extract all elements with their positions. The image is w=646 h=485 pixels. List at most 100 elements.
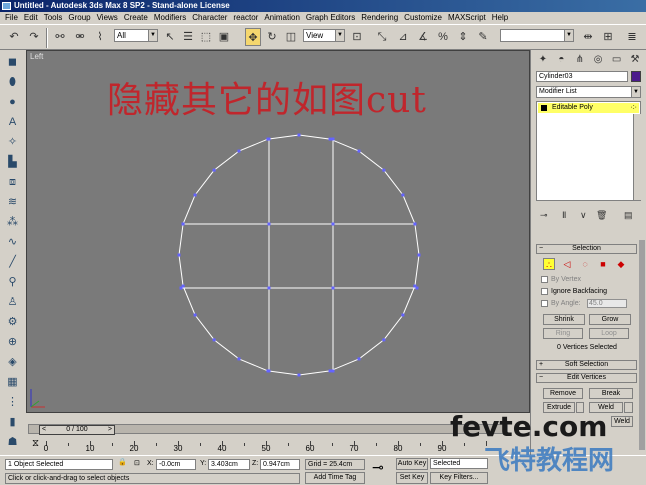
vertex[interactable]	[382, 168, 386, 172]
polygon-mode-icon[interactable]: ■	[597, 258, 609, 270]
time-slider-track[interactable]: < 0 / 100 >	[28, 424, 508, 435]
key-mode-icon[interactable]: ⊸	[372, 460, 384, 474]
create-nurbs-icon[interactable]: ⋮	[4, 394, 21, 411]
stack-scrollbar[interactable]	[633, 114, 641, 200]
angle-snap-icon[interactable]: ∡	[415, 28, 431, 46]
vertex[interactable]	[331, 369, 335, 373]
menu-modifiers[interactable]: Modifiers	[151, 12, 189, 24]
vertex[interactable]	[331, 222, 335, 226]
soft-selection-rollout-header[interactable]: + Soft Selection	[536, 360, 637, 370]
select-and-rotate-icon[interactable]: ↻	[264, 28, 280, 46]
add-time-tag-button[interactable]: Add Time Tag	[305, 472, 365, 484]
z-coordinate-field[interactable]: 0.947cm	[260, 459, 300, 470]
absolute-mode-icon[interactable]: ⊡	[134, 459, 140, 469]
create-camera-icon[interactable]: ▙	[4, 154, 21, 171]
menu-graph-editors[interactable]: Graph Editors	[303, 12, 358, 24]
snap-toggle-icon[interactable]: ⊿	[395, 28, 411, 46]
create-patch-icon[interactable]: ▦	[4, 374, 21, 391]
menu-help[interactable]: Help	[489, 12, 511, 24]
menu-create[interactable]: Create	[121, 12, 151, 24]
menu-edit[interactable]: Edit	[21, 12, 41, 24]
vertex[interactable]	[237, 149, 241, 153]
spinner-snap-icon[interactable]: ⇕	[455, 28, 471, 46]
next-frame-icon[interactable]: >	[108, 426, 112, 434]
percent-snap-icon[interactable]: %	[435, 28, 451, 46]
make-unique-icon[interactable]: ∨	[580, 210, 587, 221]
vertex[interactable]	[331, 286, 335, 290]
vertex[interactable]	[415, 286, 419, 290]
modify-tab-icon[interactable]: ◓	[554, 53, 568, 67]
target-weld-button[interactable]: Weld	[611, 416, 633, 427]
create-door-icon[interactable]: ▮	[4, 414, 21, 431]
create-reactor-icon[interactable]: ◈	[4, 354, 21, 371]
create-bone-icon[interactable]: ⚲	[4, 274, 21, 291]
vertex[interactable]	[297, 373, 301, 377]
layer-manager-icon[interactable]: ≣	[624, 28, 640, 46]
mini-curve-editor-icon[interactable]: ⧖	[32, 439, 39, 449]
menu-file[interactable]: File	[2, 12, 21, 24]
vertex[interactable]	[357, 357, 361, 361]
undo-icon[interactable]: ↶	[6, 28, 22, 46]
vertex[interactable]	[237, 357, 241, 361]
menu-reactor[interactable]: reactor	[230, 12, 261, 24]
named-selection-sets-dropdown[interactable]: ▼	[500, 29, 574, 42]
vertex[interactable]	[193, 313, 197, 317]
unlink-icon[interactable]: ⚮	[72, 28, 88, 46]
y-coordinate-field[interactable]: 3.403cm	[208, 459, 250, 470]
vertex[interactable]	[417, 253, 421, 257]
x-coordinate-field[interactable]: -0.0cm	[156, 459, 196, 470]
vertex[interactable]	[177, 253, 181, 257]
create-helper-icon[interactable]: ⧈	[4, 174, 21, 191]
lock-selection-icon[interactable]: 🔒	[118, 458, 127, 468]
by-vertex-checkbox[interactable]: By Vertex	[541, 275, 581, 284]
create-biped-icon[interactable]: ♙	[4, 294, 21, 311]
auto-key-button[interactable]: Auto Key	[396, 458, 428, 470]
vertex[interactable]	[179, 286, 183, 290]
create-spacewarp-icon[interactable]: ≋	[4, 194, 21, 211]
vertex[interactable]	[401, 313, 405, 317]
key-mode-dropdown[interactable]: Selected	[430, 458, 488, 469]
select-and-link-icon[interactable]: ⚯	[52, 28, 68, 46]
angle-spinner[interactable]: 45.0	[587, 299, 627, 308]
vertex[interactable]	[212, 168, 216, 172]
edge-mode-icon[interactable]: ◁	[561, 258, 573, 270]
window-crossing-icon[interactable]: ▣	[216, 28, 232, 46]
viewport-left[interactable]: Left 隐藏其它的如图cut	[26, 50, 530, 413]
vertex[interactable]	[331, 137, 335, 141]
object-color-swatch[interactable]	[631, 71, 641, 82]
vertex[interactable]	[181, 222, 185, 226]
show-end-result-icon[interactable]: Ⅱ	[562, 210, 566, 221]
create-light-icon[interactable]: ✧	[4, 134, 21, 151]
menu-animation[interactable]: Animation	[261, 12, 303, 24]
shrink-button[interactable]: Shrink	[543, 314, 585, 325]
set-key-button[interactable]: Set Key	[396, 472, 428, 484]
vertex[interactable]	[382, 338, 386, 342]
create-shape-icon[interactable]: ∿	[4, 234, 21, 251]
element-mode-icon[interactable]: ◆	[615, 258, 627, 270]
vertex[interactable]	[212, 338, 216, 342]
pivot-center-icon[interactable]: ⊡	[349, 28, 365, 46]
create-modifier-icon[interactable]: ⚙	[4, 314, 21, 331]
display-tab-icon[interactable]: ▭	[610, 53, 624, 67]
vertex-mode-icon[interactable]: ∴	[543, 258, 555, 270]
create-cylinder-icon[interactable]: ⬮	[4, 74, 21, 91]
ring-button[interactable]: Ring	[543, 328, 583, 339]
vertex[interactable]	[193, 193, 197, 197]
align-icon[interactable]: ⊞	[600, 28, 616, 46]
select-and-manipulate-icon[interactable]: ⤡	[374, 28, 390, 46]
modifier-stack[interactable]: Editable Poly ·:·	[536, 101, 641, 201]
create-text-icon[interactable]: A	[4, 114, 21, 131]
menu-customize[interactable]: Customize	[401, 12, 445, 24]
select-and-move-icon[interactable]: ✥	[245, 28, 261, 46]
object-name-field[interactable]: Cylinder03	[536, 71, 628, 82]
menu-rendering[interactable]: Rendering	[358, 12, 401, 24]
create-sphere-icon[interactable]: ●	[4, 94, 21, 111]
select-and-scale-icon[interactable]: ◫	[283, 28, 299, 46]
bind-to-space-warp-icon[interactable]: ⌇	[92, 28, 108, 46]
toggle-expand-icon[interactable]	[541, 105, 547, 111]
modifier-list-dropdown[interactable]: Modifier List ▼	[536, 86, 641, 98]
utilities-tab-icon[interactable]: ⚒	[628, 53, 642, 67]
vertex[interactable]	[401, 193, 405, 197]
prev-frame-icon[interactable]: <	[42, 426, 46, 434]
weld-settings-icon[interactable]	[624, 402, 633, 413]
